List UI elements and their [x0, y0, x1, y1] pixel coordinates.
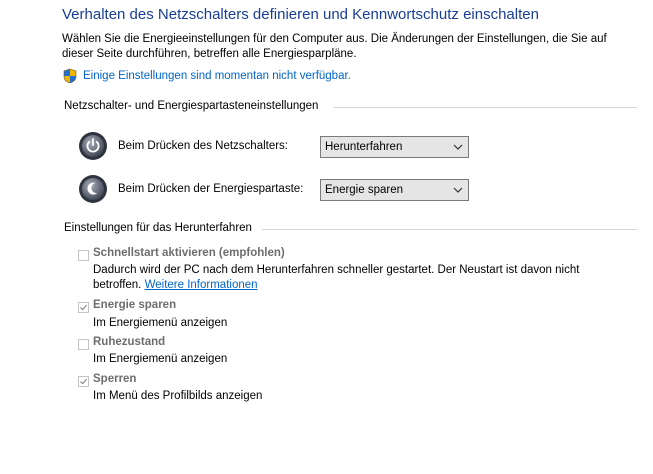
checkmark-icon — [80, 304, 88, 311]
sleep-button-icon — [79, 175, 107, 203]
unavailable-settings-link[interactable]: Einige Einstellungen sind momentan nicht… — [83, 69, 351, 83]
sleep-button-action-value: Energie sparen — [325, 184, 403, 196]
hibernate-option-label: Ruhezustand — [93, 336, 166, 348]
power-button-action-value: Herunterfahren — [325, 141, 403, 153]
uac-shield-icon — [63, 68, 77, 84]
more-info-link[interactable]: Weitere Informationen — [145, 279, 258, 291]
lock-option-description: Im Menü des Profilbilds anzeigen — [93, 390, 263, 402]
fast-startup-description: Dadurch wird der PC nach dem Herunterfah… — [93, 263, 613, 293]
lock-option-checkbox[interactable] — [78, 376, 89, 387]
buttons-section-divider — [334, 107, 637, 108]
page-description: Wählen Sie die Energieeinstellungen für … — [62, 33, 607, 60]
sleep-button-action-dropdown[interactable]: Energie sparen — [320, 179, 469, 201]
sleep-option-description: Im Energiemenü anzeigen — [93, 317, 228, 329]
sleep-button-label: Beim Drücken der Energiespartaste: — [118, 183, 304, 195]
chevron-down-icon — [453, 187, 463, 193]
buttons-section-heading: Netzschalter- und Energiespartasteneinst… — [64, 100, 319, 112]
hibernate-option-checkbox[interactable] — [78, 339, 89, 350]
lock-option-label: Sperren — [93, 373, 137, 385]
power-button-action-dropdown[interactable]: Herunterfahren — [320, 136, 469, 158]
sleep-option-checkbox[interactable] — [78, 302, 89, 313]
sleep-option-label: Energie sparen — [93, 299, 177, 311]
hibernate-option-description: Im Energiemenü anzeigen — [93, 353, 228, 365]
fast-startup-label: Schnellstart aktivieren (empfohlen) — [93, 247, 285, 259]
page-title: Verhalten des Netzschalters definieren u… — [62, 6, 539, 23]
checkmark-icon — [80, 378, 88, 385]
power-button-label: Beim Drücken des Netzschalters: — [118, 140, 289, 152]
chevron-down-icon — [453, 144, 463, 150]
power-button-icon — [79, 132, 107, 160]
shutdown-section-heading: Einstellungen für das Herunterfahren — [64, 222, 252, 234]
fast-startup-checkbox[interactable] — [78, 250, 89, 261]
shutdown-section-divider — [262, 229, 637, 230]
